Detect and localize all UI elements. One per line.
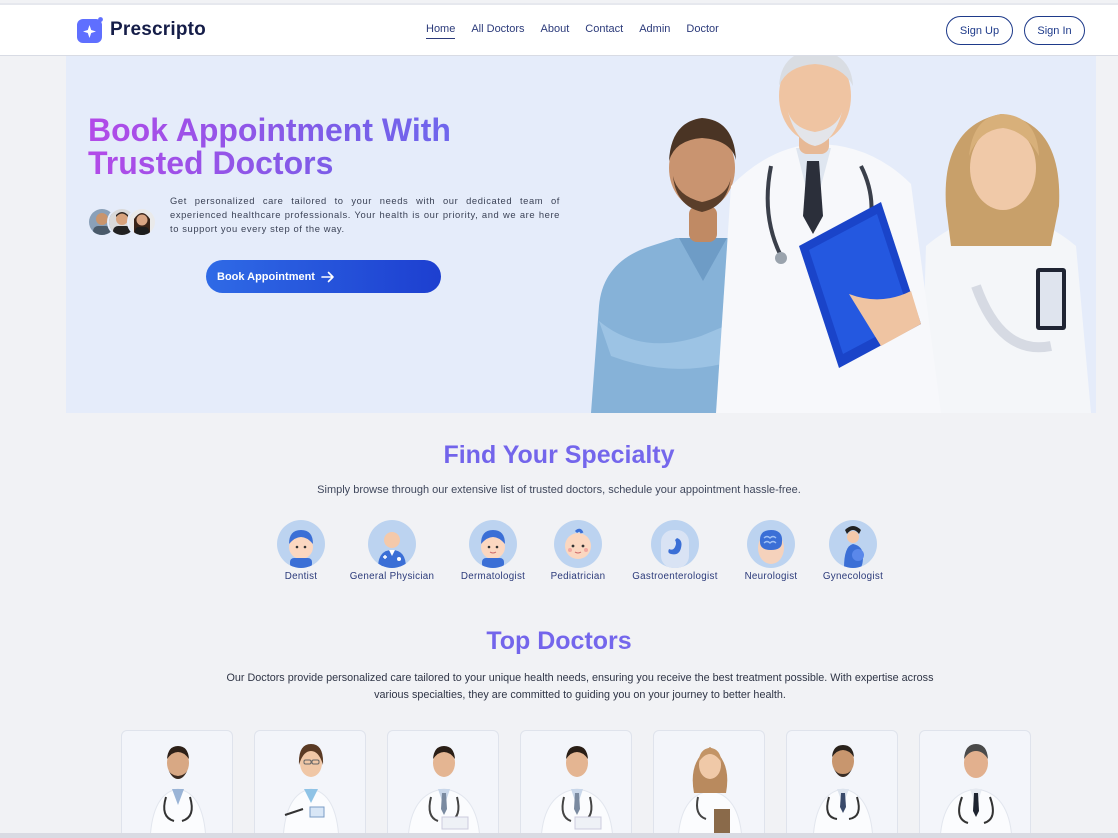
navbar: Prescripto Home All Doctors About Contac… (0, 5, 1118, 56)
patient-avatars (87, 207, 157, 237)
hero-title: Book Appointment With Trusted Doctors (88, 114, 508, 180)
specialty-label: Dentist (284, 571, 318, 582)
specialty-label: Gastroenterologist (632, 571, 718, 582)
logo[interactable]: Prescripto (76, 16, 206, 44)
specialty-label: Dermatologist (460, 571, 526, 582)
bottom-scroll-edge (0, 833, 1118, 838)
sign-in-button[interactable]: Sign In (1024, 16, 1085, 45)
nav-home[interactable]: Home (426, 23, 456, 39)
doctor-card[interactable] (121, 730, 233, 838)
top-doctors-description: Our Doctors provide personalized care ta… (226, 672, 934, 701)
specialty-pediatrician[interactable]: Pediatrician (545, 520, 611, 582)
nav-contact[interactable]: Contact (585, 23, 623, 39)
specialty-label: Pediatrician (550, 571, 606, 582)
doctor-card[interactable] (919, 730, 1031, 838)
hero-description: Get personalized care tailored to your n… (170, 195, 560, 234)
doctor-photo (407, 746, 481, 838)
avatar (127, 207, 157, 237)
specialty-dermatologist[interactable]: Dermatologist (456, 520, 530, 582)
doctor-card[interactable] (387, 730, 499, 838)
doctor-card[interactable] (786, 730, 898, 838)
dermatologist-icon (469, 520, 517, 568)
specialty-label: Gynecologist (822, 571, 884, 582)
doctors-group-image (591, 56, 1091, 413)
specialty-neurologist[interactable]: Neurologist (739, 520, 803, 582)
hero-banner: Book Appointment With Trusted Doctors Ge… (66, 56, 1096, 413)
nav-all-doctors[interactable]: All Doctors (471, 23, 524, 39)
specialty-dentist[interactable]: Dentist (271, 520, 331, 582)
doctor-photo (540, 746, 614, 838)
specialty-subtitle: Simply browse through our extensive list… (317, 484, 801, 496)
specialty-gastroenterologist[interactable]: Gastroenterologist (627, 520, 723, 582)
specialty-title: Find Your Specialty (0, 441, 1118, 470)
specialty-label: General Physician (349, 571, 435, 582)
dentist-icon (277, 520, 325, 568)
book-appointment-button[interactable]: Book Appointment (206, 260, 441, 293)
doctor-card[interactable] (653, 730, 765, 838)
doctor-photo (812, 745, 874, 838)
nav-about[interactable]: About (541, 23, 570, 39)
specialty-label: Neurologist (744, 571, 798, 582)
doctor-photo (149, 746, 207, 838)
top-doctors-title: Top Doctors (0, 627, 1118, 656)
nav-doctor[interactable]: Doctor (686, 23, 718, 39)
sign-up-button[interactable]: Sign Up (946, 16, 1013, 45)
doctor-photo (677, 747, 743, 838)
logo-text: Prescripto (110, 19, 206, 40)
hero-title-line-1: Book Appointment With (88, 112, 451, 148)
nav-links: Home All Doctors About Contact Admin Doc… (426, 23, 735, 39)
pediatrician-icon (554, 520, 602, 568)
doctor-card[interactable] (520, 730, 632, 838)
doctor-photo (282, 744, 340, 838)
book-appointment-label: Book Appointment (217, 270, 315, 283)
doctor-photo (939, 744, 1013, 838)
specialty-gynecologist[interactable]: Gynecologist (818, 520, 888, 582)
hero-title-line-2: Trusted Doctors (88, 145, 334, 181)
gastroenterologist-icon (651, 520, 699, 568)
logo-icon (77, 17, 103, 43)
general-physician-icon (368, 520, 416, 568)
doctor-card[interactable] (254, 730, 366, 838)
specialty-general-physician[interactable]: General Physician (343, 520, 441, 582)
arrow-right-icon (321, 271, 334, 282)
gynecologist-icon (829, 520, 877, 568)
neurologist-icon (747, 520, 795, 568)
nav-admin[interactable]: Admin (639, 23, 670, 39)
